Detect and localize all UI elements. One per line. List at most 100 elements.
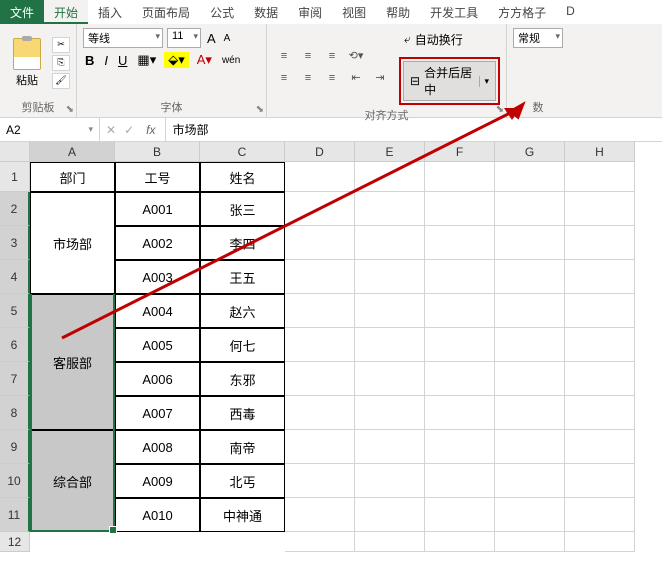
empty-cell[interactable] (495, 430, 565, 464)
fx-icon[interactable]: fx (142, 123, 159, 137)
cell-id-3[interactable]: A004 (115, 294, 200, 328)
empty-cell[interactable] (425, 430, 495, 464)
align-middle-button[interactable]: ≡ (297, 47, 319, 65)
italic-button[interactable]: I (102, 53, 110, 68)
empty-cell[interactable] (495, 532, 565, 552)
cell-name-2[interactable]: 王五 (200, 260, 285, 294)
align-left-button[interactable]: ≡ (273, 69, 295, 87)
cell-name-9[interactable]: 中神通 (200, 498, 285, 532)
tab-file[interactable]: 文件 (0, 0, 44, 24)
merge-center-button[interactable]: ⊟ 合并后居中 ▾ (403, 61, 496, 101)
align-center-button[interactable]: ≡ (297, 69, 319, 87)
empty-cell[interactable] (495, 162, 565, 192)
empty-cell[interactable] (565, 294, 635, 328)
paste-button[interactable]: 粘贴 (6, 38, 48, 88)
clipboard-launcher-icon[interactable]: ⬊ (66, 104, 74, 115)
cell-dept-2[interactable]: 综合部 (30, 430, 115, 532)
cell-id-7[interactable]: A008 (115, 430, 200, 464)
empty-cell[interactable] (425, 260, 495, 294)
empty-cell[interactable] (285, 192, 355, 226)
col-head-H[interactable]: H (565, 142, 635, 162)
grow-font-button[interactable]: A (205, 31, 218, 46)
cell-name-4[interactable]: 何七 (200, 328, 285, 362)
empty-cell[interactable] (285, 396, 355, 430)
merge-dropdown-icon[interactable]: ▾ (479, 76, 489, 87)
empty-cell[interactable] (495, 294, 565, 328)
align-right-button[interactable]: ≡ (321, 69, 343, 87)
empty-cell[interactable] (425, 464, 495, 498)
name-box[interactable]: A2 (0, 118, 100, 141)
empty-cell[interactable] (425, 192, 495, 226)
row-head-8[interactable]: 8 (0, 396, 30, 430)
cell-name-8[interactable]: 北丐 (200, 464, 285, 498)
orientation-button[interactable]: ⟲▾ (345, 47, 367, 65)
cell-name-5[interactable]: 东邪 (200, 362, 285, 396)
col-head-D[interactable]: D (285, 142, 355, 162)
cell-name-3[interactable]: 赵六 (200, 294, 285, 328)
cell-id-6[interactable]: A007 (115, 396, 200, 430)
empty-cell[interactable] (285, 226, 355, 260)
align-top-button[interactable]: ≡ (273, 47, 295, 65)
font-launcher-icon[interactable]: ⬊ (256, 104, 264, 115)
col-head-G[interactable]: G (495, 142, 565, 162)
row-head-11[interactable]: 11 (0, 498, 30, 532)
tab-data[interactable]: 数据 (244, 0, 288, 24)
col-head-E[interactable]: E (355, 142, 425, 162)
active-cell[interactable]: 市场部 (30, 192, 115, 294)
bold-button[interactable]: B (83, 53, 96, 68)
row-head-5[interactable]: 5 (0, 294, 30, 328)
empty-cell[interactable] (355, 328, 425, 362)
align-launcher-icon[interactable]: ⬊ (496, 104, 504, 115)
empty-cell[interactable] (355, 294, 425, 328)
cell-name-1[interactable]: 李四 (200, 226, 285, 260)
empty-cell[interactable] (565, 430, 635, 464)
row-head-3[interactable]: 3 (0, 226, 30, 260)
cell-header-dept[interactable]: 部门 (30, 162, 115, 192)
empty-cell[interactable] (425, 328, 495, 362)
empty-cell[interactable] (565, 226, 635, 260)
cell-id-2[interactable]: A003 (115, 260, 200, 294)
cell-dept-1[interactable]: 客服部 (30, 294, 115, 430)
empty-cell[interactable] (495, 362, 565, 396)
empty-cell[interactable] (355, 260, 425, 294)
col-head-C[interactable]: C (200, 142, 285, 162)
cell-name-7[interactable]: 南帝 (200, 430, 285, 464)
cell-id-8[interactable]: A009 (115, 464, 200, 498)
empty-cell[interactable] (425, 226, 495, 260)
empty-cell[interactable] (495, 260, 565, 294)
empty-cell[interactable] (285, 430, 355, 464)
empty-cell[interactable] (425, 396, 495, 430)
empty-cell[interactable] (425, 362, 495, 396)
cell-header-name[interactable]: 姓名 (200, 162, 285, 192)
empty-cell[interactable] (495, 226, 565, 260)
format-painter-button[interactable]: 🖌 (52, 73, 70, 89)
empty-cell[interactable] (285, 294, 355, 328)
row-head-10[interactable]: 10 (0, 464, 30, 498)
cell-id-1[interactable]: A002 (115, 226, 200, 260)
indent-increase-button[interactable]: ⇥ (369, 69, 391, 87)
empty-cell[interactable] (285, 464, 355, 498)
empty-cell[interactable] (355, 362, 425, 396)
font-size-combo[interactable]: 11 (167, 28, 201, 48)
tab-help[interactable]: 帮助 (376, 0, 420, 24)
empty-cell[interactable] (285, 328, 355, 362)
row-head-1[interactable]: 1 (0, 162, 30, 192)
copy-button[interactable]: ⎘ (52, 55, 70, 71)
tab-d[interactable]: D (556, 0, 585, 24)
underline-button[interactable]: U (116, 53, 129, 68)
empty-cell[interactable] (355, 396, 425, 430)
empty-cell[interactable] (285, 162, 355, 192)
phonetic-button[interactable]: wén (220, 55, 242, 66)
col-head-B[interactable]: B (115, 142, 200, 162)
empty-cell[interactable] (565, 532, 635, 552)
empty-cell[interactable] (355, 226, 425, 260)
tab-view[interactable]: 视图 (332, 0, 376, 24)
empty-cell[interactable] (355, 464, 425, 498)
tab-home[interactable]: 开始 (44, 0, 88, 24)
align-bottom-button[interactable]: ≡ (321, 47, 343, 65)
row-head-9[interactable]: 9 (0, 430, 30, 464)
empty-cell[interactable] (425, 162, 495, 192)
select-all-corner[interactable] (0, 142, 30, 162)
empty-cell[interactable] (565, 328, 635, 362)
wrap-text-button[interactable]: ⤶ 自动换行 (399, 28, 500, 51)
